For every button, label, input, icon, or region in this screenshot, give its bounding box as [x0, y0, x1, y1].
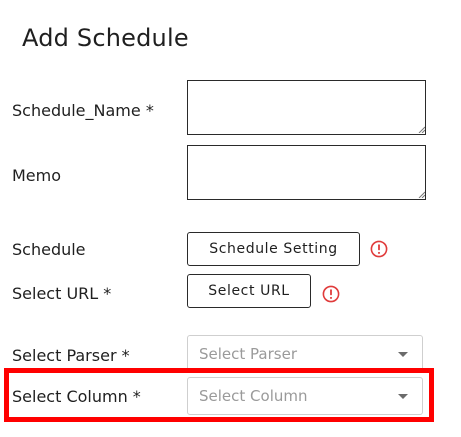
select-column-label: Select Column * — [12, 387, 141, 406]
exclamation-circle-icon — [322, 285, 340, 303]
page-title: Add Schedule — [22, 24, 189, 52]
select-column-dropdown[interactable]: Select Column — [187, 377, 423, 415]
memo-label: Memo — [12, 166, 62, 185]
schedule-label: Schedule — [12, 240, 86, 259]
schedule-setting-button[interactable]: Schedule Setting — [187, 232, 360, 266]
select-column-placeholder: Select Column — [199, 387, 308, 405]
chevron-down-icon — [398, 352, 408, 357]
select-parser-dropdown[interactable]: Select Parser — [187, 335, 423, 373]
add-schedule-page: Add Schedule Schedule_Name * Memo Schedu… — [0, 0, 461, 437]
select-url-button[interactable]: Select URL — [187, 274, 311, 308]
schedule-name-field[interactable] — [187, 80, 426, 135]
schedule-name-label: Schedule_Name * — [12, 101, 154, 120]
memo-field[interactable] — [187, 145, 426, 200]
select-parser-placeholder: Select Parser — [199, 345, 297, 363]
exclamation-circle-icon — [370, 240, 388, 258]
select-parser-label: Select Parser * — [12, 346, 130, 365]
chevron-down-icon — [398, 394, 408, 399]
select-url-label: Select URL * — [12, 284, 112, 303]
